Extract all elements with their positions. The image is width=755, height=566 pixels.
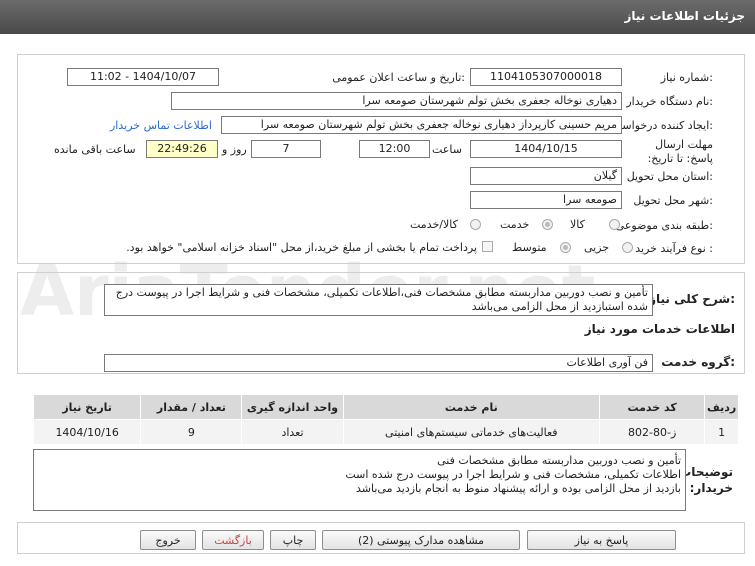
province-field: گیلان [470, 167, 622, 185]
col-service-name: نام خدمت [342, 394, 601, 420]
col-unit: واحد اندازه گیری [241, 394, 344, 420]
buyer-notes-line-1: تأمین و نصب دوربین مداربسته مطابق مشخصات… [437, 454, 681, 467]
back-button[interactable]: بازگشت [202, 530, 264, 550]
announce-label: تاریخ و ساعت اعلان عمومی: [332, 71, 465, 84]
category-option-service: خدمت [500, 218, 530, 231]
cell-service-name: فعالیت‌های خدماتی سیستم‌های امنیتی [342, 419, 601, 445]
time-label: ساعت [432, 143, 462, 156]
deadline-date-field: 1404/10/15 [470, 140, 622, 158]
payment-checkbox[interactable] [482, 241, 493, 252]
process-radio-medium[interactable] [560, 242, 571, 253]
services-section-title: اطلاعات خدمات مورد نیاز [584, 322, 735, 336]
services-table: تاریخ نیاز تعداد / مقدار واحد اندازه گیر… [32, 394, 739, 445]
process-option-medium: متوسط [512, 241, 547, 254]
exit-button[interactable]: خروج [140, 530, 196, 550]
buyer-notes-line-3: بازدید از محل الزامی بوده و ارائه پیشنها… [356, 482, 681, 495]
service-group-label: گروه خدمت: [661, 355, 735, 369]
category-radio-service[interactable] [542, 219, 553, 230]
process-radio-minor[interactable] [622, 242, 633, 253]
view-attachments-button[interactable]: مشاهده مدارک پیوستی (2) [322, 530, 520, 550]
reply-button[interactable]: پاسخ به نیاز [527, 530, 676, 550]
table-header-row: تاریخ نیاز تعداد / مقدار واحد اندازه گیر… [32, 394, 739, 420]
announce-field: 1404/10/07 - 11:02 [67, 68, 219, 86]
province-label: استان محل تحویل: [626, 170, 713, 183]
cell-quantity: 9 [140, 419, 243, 445]
cell-unit: تعداد [241, 419, 344, 445]
creator-field: مریم حسینی کارپرداز دهیاری نوخاله جعفری … [221, 116, 622, 134]
general-description: تأمین و نصب دوربین مداربسته مطابق مشخصات… [104, 284, 653, 316]
remaining-label: ساعت باقی مانده [54, 143, 136, 156]
cell-service-code: ز-80-802 [599, 419, 706, 445]
buyer-contact-link[interactable]: اطلاعات تماس خریدار [110, 119, 212, 132]
city-field: صومعه سرا [470, 191, 622, 209]
print-button[interactable]: چاپ [270, 530, 316, 550]
buyer-notes-line-2: اطلاعات تکمیلی، مشخصات فنی و شرایط اجرا … [345, 468, 681, 481]
general-label: شرح کلی نیاز: [649, 292, 735, 306]
need-number-field: 1104105307000018 [470, 68, 622, 86]
deadline-label: مهلت ارسال پاسخ: تا تاریخ: [647, 138, 713, 165]
buyer-notes-text: تأمین و نصب دوربین مداربسته مطابق مشخصات… [33, 449, 686, 511]
cell-row-number: 1 [704, 419, 739, 445]
category-option-goods-service: کالا/خدمت [410, 218, 458, 231]
col-row-number: ردیف [704, 394, 739, 420]
category-label: طبقه بندی موضوعی: [615, 219, 713, 232]
col-need-date: تاریخ نیاز [32, 394, 142, 420]
days-label: روز و [222, 143, 247, 156]
category-radio-goods[interactable] [609, 219, 620, 230]
page-title: جزئیات اطلاعات نیاز [624, 9, 745, 23]
creator-label: ایجاد کننده درخواست: [611, 119, 713, 132]
table-row: 1404/10/16 9 تعداد فعالیت‌های خدماتی سیس… [32, 419, 739, 445]
payment-note: پرداخت تمام یا بخشی از مبلغ خرید،از محل … [126, 241, 477, 254]
category-option-goods: کالا [570, 218, 585, 231]
days-field: 7 [251, 140, 321, 158]
buyer-label: نام دستگاه خریدار: [626, 95, 713, 108]
category-radio-goods-service[interactable] [470, 219, 481, 230]
process-label: نوع فرآیند خرید : [635, 242, 713, 255]
cell-need-date: 1404/10/16 [32, 419, 142, 445]
city-label: شهر محل تحویل: [633, 194, 713, 207]
process-option-minor: جزیی [584, 241, 610, 254]
col-service-code: کد خدمت [599, 394, 706, 420]
need-number-label: شماره نیاز: [660, 71, 713, 84]
deadline-time-field: 12:00 [359, 140, 430, 158]
service-group-field: فن آوری اطلاعات [104, 354, 653, 372]
remaining-time-field: 22:49:26 [146, 140, 218, 158]
buyer-field: دهیاری نوخاله جعفری بخش تولم شهرستان صوم… [171, 92, 622, 110]
col-quantity: تعداد / مقدار [140, 394, 243, 420]
